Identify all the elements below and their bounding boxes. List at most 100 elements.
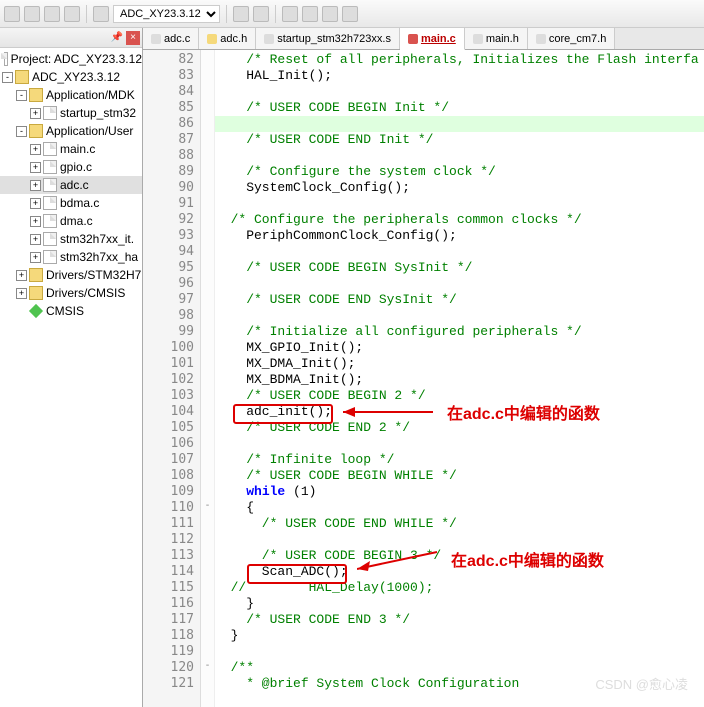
fold-marker[interactable] [201, 292, 214, 308]
tree-item[interactable]: +Drivers/CMSIS [0, 284, 142, 302]
code-line[interactable]: MX_GPIO_Init(); [215, 340, 704, 356]
tree-item[interactable]: -Application/MDK [0, 86, 142, 104]
tab-main-c[interactable]: main.c [400, 28, 465, 50]
load-icon[interactable] [93, 6, 109, 22]
code-line[interactable]: MX_DMA_Init(); [215, 356, 704, 372]
code-line[interactable]: /* Configure the peripherals common cloc… [215, 212, 704, 228]
tb-icon-10[interactable] [322, 6, 338, 22]
fold-marker[interactable] [201, 420, 214, 436]
target-select[interactable]: ADC_XY23.3.12 [113, 5, 220, 23]
tree-item[interactable]: +Drivers/STM32H7 [0, 266, 142, 284]
tree-item[interactable]: +adc.c [0, 176, 142, 194]
code-line[interactable]: /* USER CODE END Init */ [215, 132, 704, 148]
fold-marker[interactable] [201, 596, 214, 612]
fold-marker[interactable] [201, 532, 214, 548]
fold-marker[interactable] [201, 404, 214, 420]
tb-icon-2[interactable] [24, 6, 40, 22]
tb-icon-11[interactable] [342, 6, 358, 22]
fold-marker[interactable] [201, 132, 214, 148]
tb-icon-3[interactable] [44, 6, 60, 22]
fold-marker[interactable] [201, 628, 214, 644]
expand-icon[interactable]: + [16, 270, 27, 281]
code-line[interactable] [215, 148, 704, 164]
fold-marker[interactable] [201, 436, 214, 452]
expand-icon[interactable]: - [16, 90, 27, 101]
expand-icon[interactable]: + [30, 252, 41, 263]
expand-icon[interactable]: + [30, 198, 41, 209]
tb-icon-7[interactable] [253, 6, 269, 22]
code-line[interactable] [215, 436, 704, 452]
code-line[interactable] [215, 196, 704, 212]
expand-icon[interactable]: + [30, 162, 41, 173]
tree-item[interactable]: -ADC_XY23.3.12 [0, 68, 142, 86]
fold-marker[interactable] [201, 612, 214, 628]
code-line[interactable]: /* USER CODE END 3 */ [215, 612, 704, 628]
fold-marker[interactable] [201, 676, 214, 692]
fold-marker[interactable] [201, 276, 214, 292]
code-line[interactable]: while (1) [215, 484, 704, 500]
fold-marker[interactable] [201, 68, 214, 84]
code-line[interactable]: /* Infinite loop */ [215, 452, 704, 468]
tree-item[interactable]: -Application/User [0, 122, 142, 140]
fold-marker[interactable] [201, 116, 214, 132]
tb-icon-9[interactable] [302, 6, 318, 22]
fold-marker[interactable] [201, 180, 214, 196]
code-line[interactable] [215, 244, 704, 260]
tb-icon-8[interactable] [282, 6, 298, 22]
expand-icon[interactable]: + [30, 180, 41, 191]
code-line[interactable]: /* Initialize all configured peripherals… [215, 324, 704, 340]
tb-icon-4[interactable] [64, 6, 80, 22]
tab-core_cm7-h[interactable]: core_cm7.h [528, 28, 615, 49]
code-line[interactable]: PeriphCommonClock_Config(); [215, 228, 704, 244]
code-line[interactable]: /* USER CODE END WHILE */ [215, 516, 704, 532]
fold-marker[interactable] [201, 308, 214, 324]
tree-item[interactable]: CMSIS [0, 302, 142, 320]
fold-marker[interactable] [201, 564, 214, 580]
expand-icon[interactable]: + [30, 234, 41, 245]
fold-marker[interactable] [201, 580, 214, 596]
fold-marker[interactable] [201, 372, 214, 388]
fold-marker[interactable] [201, 644, 214, 660]
code-editor[interactable]: 8283848586878889909192939495969798991001… [143, 50, 704, 707]
code-line[interactable] [215, 116, 704, 132]
fold-column[interactable]: -- [201, 50, 215, 707]
fold-marker[interactable] [201, 516, 214, 532]
tab-startup_stm32h723xx-s[interactable]: startup_stm32h723xx.s [256, 28, 400, 49]
code-line[interactable]: /* USER CODE BEGIN SysInit */ [215, 260, 704, 276]
fold-marker[interactable] [201, 548, 214, 564]
tb-icon-1[interactable] [4, 6, 20, 22]
expand-icon[interactable]: - [2, 72, 13, 83]
tree-item[interactable]: +main.c [0, 140, 142, 158]
close-icon[interactable]: × [126, 31, 140, 45]
expand-icon[interactable]: + [30, 216, 41, 227]
fold-marker[interactable] [201, 484, 214, 500]
code-line[interactable]: } [215, 596, 704, 612]
code-line[interactable] [215, 308, 704, 324]
code-line[interactable]: /* USER CODE BEGIN WHILE */ [215, 468, 704, 484]
expand-icon[interactable]: + [16, 288, 27, 299]
fold-marker[interactable] [201, 84, 214, 100]
expand-icon[interactable]: - [16, 126, 27, 137]
fold-marker[interactable] [201, 148, 214, 164]
code-line[interactable] [215, 276, 704, 292]
pin-icon[interactable]: 📌 [110, 31, 124, 45]
expand-icon[interactable]: + [30, 108, 41, 119]
code-line[interactable]: /* Configure the system clock */ [215, 164, 704, 180]
fold-marker[interactable] [201, 388, 214, 404]
code-line[interactable]: MX_BDMA_Init(); [215, 372, 704, 388]
tree-item[interactable]: +startup_stm32 [0, 104, 142, 122]
code-line[interactable] [215, 644, 704, 660]
fold-marker[interactable] [201, 340, 214, 356]
code-line[interactable]: /* Reset of all peripherals, Initializes… [215, 52, 704, 68]
fold-marker[interactable] [201, 356, 214, 372]
code-line[interactable]: { [215, 500, 704, 516]
fold-marker[interactable]: - [201, 500, 214, 516]
code-line[interactable] [215, 84, 704, 100]
code-line[interactable]: /* USER CODE END SysInit */ [215, 292, 704, 308]
fold-marker[interactable] [201, 228, 214, 244]
project-tree[interactable]: Project: ADC_XY23.3.12-ADC_XY23.3.12-App… [0, 48, 142, 707]
code-line[interactable]: HAL_Init(); [215, 68, 704, 84]
fold-marker[interactable] [201, 164, 214, 180]
tab-adc-h[interactable]: adc.h [199, 28, 256, 49]
tb-icon-6[interactable] [233, 6, 249, 22]
